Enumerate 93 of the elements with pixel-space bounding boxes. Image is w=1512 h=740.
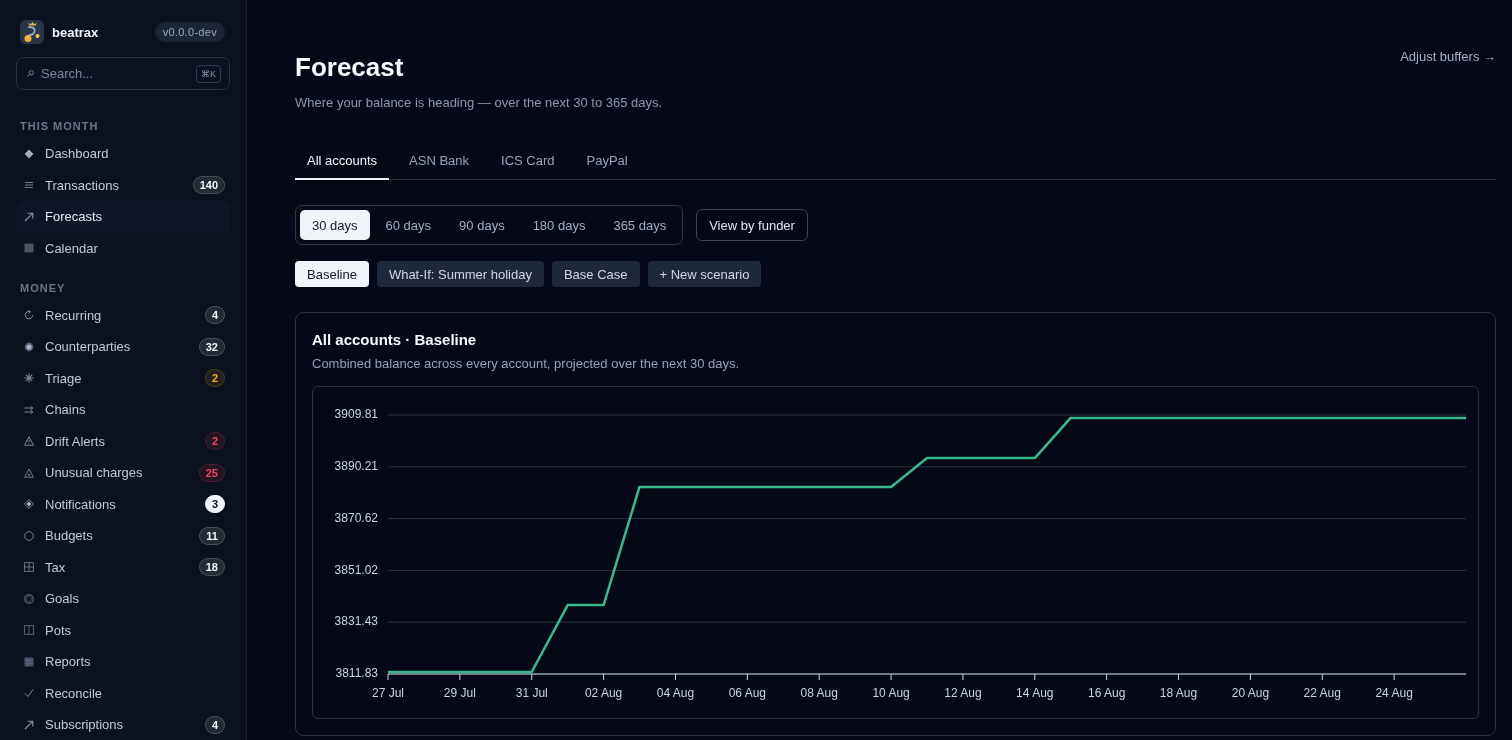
x-axis-label: 24 Aug (1375, 686, 1413, 701)
account-tab[interactable]: ICS Card (489, 142, 567, 180)
nav-item[interactable]: Notifications 3 (16, 488, 230, 520)
nav-item[interactable]: Drift Alerts 2 (16, 425, 230, 457)
nav-item[interactable]: Reconcile (16, 677, 230, 709)
nav-item[interactable]: Tax 18 (16, 551, 230, 583)
range-option[interactable]: 60 days (373, 210, 444, 240)
count-badge: 3 (204, 495, 225, 514)
adjust-buffers-link[interactable]: Adjust buffers → (1400, 49, 1496, 65)
shortcut-hint: ⌘K (196, 64, 221, 83)
count-badge: 11 (199, 526, 225, 545)
count-badge: 4 (204, 306, 225, 325)
nav-item[interactable]: Pots (16, 614, 230, 646)
nav-item[interactable]: Counterparties 32 (16, 331, 230, 363)
page-subtitle: Where your balance is heading — over the next 30 to 365 days. (295, 94, 664, 112)
x-axis-label: 20 Aug (1231, 686, 1270, 701)
grid-icon (24, 562, 34, 573)
nav-item[interactable]: Unusual charges 25 (16, 457, 230, 489)
card-subtitle: Combined balance across every account, projected over the next 30 days. (312, 355, 741, 373)
nav-item[interactable]: Chains (16, 394, 230, 426)
triangle-icon (24, 467, 34, 478)
range-option[interactable]: 30 days (300, 210, 370, 240)
count-badge: 2 (204, 369, 225, 388)
nav-item[interactable]: Forecasts (16, 201, 230, 233)
range-option[interactable]: 90 days (447, 210, 517, 240)
section-heading: MONEY (19, 280, 67, 295)
brand-name: beatrax (52, 24, 99, 40)
refresh-icon (24, 310, 34, 321)
logo-icon (20, 20, 44, 44)
y-axis-label: 3890.21 (334, 459, 378, 473)
page-title: Forecast (295, 51, 404, 84)
x-axis-label: 04 Aug (656, 686, 695, 701)
x-axis-label: 16 Aug (1088, 686, 1126, 701)
count-badge: 140 (192, 176, 225, 195)
circle-icon (24, 530, 34, 541)
count-badge: 25 (198, 463, 225, 482)
x-axis-label: 02 Aug (584, 686, 623, 701)
double-arrow-icon (24, 404, 34, 415)
y-axis-label: 3870.62 (334, 510, 378, 525)
x-axis-label: 12 Aug (944, 686, 982, 701)
count-badge: 18 (198, 558, 225, 577)
range-option[interactable]: 180 days (520, 210, 598, 240)
x-axis-label: 10 Aug (872, 686, 910, 701)
range-option[interactable]: 365 days (601, 210, 679, 240)
diamond-icon (24, 148, 34, 159)
check-icon (24, 688, 34, 699)
x-axis-label: 14 Aug (1016, 686, 1054, 701)
arrow-up-right-icon (24, 211, 34, 222)
columns-icon (24, 625, 34, 636)
account-tab[interactable]: ASN Bank (397, 142, 482, 180)
y-axis-label: 3851.02 (334, 562, 378, 577)
y-axis-label: 3909.81 (334, 407, 378, 422)
square-icon (24, 243, 34, 254)
new-scenario-button[interactable]: + New scenario (647, 261, 762, 287)
section-heading: THIS MONTH (19, 119, 100, 133)
nav-item[interactable]: Calendar (16, 232, 230, 264)
nav-item[interactable]: Reports (16, 646, 230, 678)
count-badge: 32 (198, 337, 225, 356)
x-axis-label: 06 Aug (728, 686, 766, 701)
view-by-funder-button[interactable]: View by funder (696, 209, 808, 241)
nav-item[interactable]: Transactions 140 (16, 169, 230, 201)
asterisk-icon (24, 373, 34, 384)
count-badge: 4 (204, 715, 225, 734)
nav-item[interactable]: Recurring 4 (16, 299, 230, 331)
diamond-outline-icon (24, 499, 34, 510)
y-axis-label: 3811.83 (335, 666, 378, 681)
scenario-chip[interactable]: Base Case (551, 261, 640, 287)
search-icon (27, 70, 34, 77)
account-tab[interactable]: All accounts (295, 142, 390, 180)
count-badge: 2 (204, 432, 225, 451)
x-axis-label: 31 Jul (515, 686, 548, 701)
nav-item[interactable]: Triage 2 (16, 362, 230, 394)
x-axis-label: 29 Jul (443, 686, 476, 701)
x-axis-label: 22 Aug (1303, 686, 1341, 701)
table-icon (24, 656, 34, 667)
ring-icon (24, 593, 34, 604)
x-axis-label: 08 Aug (800, 686, 838, 701)
nav-item[interactable]: Goals (16, 583, 230, 615)
card-title: All accounts · Baseline (312, 330, 478, 350)
account-tab[interactable]: PayPal (574, 142, 640, 180)
target-icon (24, 341, 34, 352)
nav-item[interactable]: Subscriptions 4 (16, 709, 230, 740)
x-axis-label: 18 Aug (1159, 686, 1198, 701)
scenario-chip[interactable]: What-If: Summer holiday (376, 261, 544, 287)
x-axis-label: 27 Jul (372, 686, 404, 701)
version-badge: v0.0.0-dev (154, 22, 225, 42)
list-icon (24, 180, 34, 191)
nav-item[interactable]: Budgets 11 (16, 520, 230, 552)
warning-icon (24, 436, 34, 447)
scenario-chip[interactable]: Baseline (295, 261, 369, 287)
arrow-up-right-icon (24, 719, 34, 730)
y-axis-label: 3831.43 (334, 614, 378, 629)
nav-item[interactable]: Dashboard (16, 138, 230, 170)
